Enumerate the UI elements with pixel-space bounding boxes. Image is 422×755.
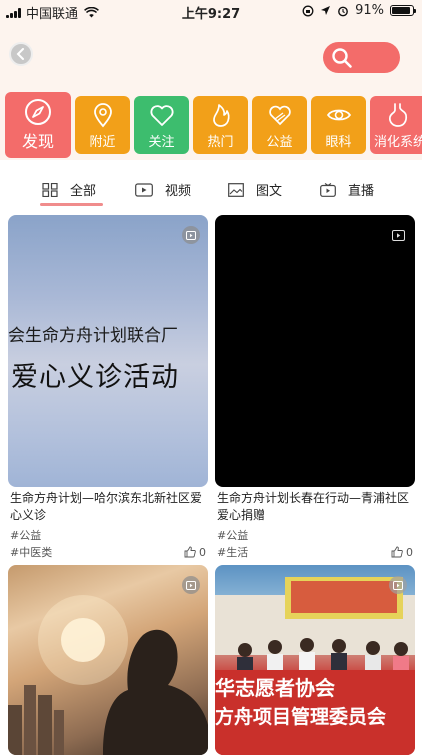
post-tag[interactable]: #生活 xyxy=(217,544,248,560)
grid-icon xyxy=(42,182,58,197)
category-bar: 发现 附近 关注 热门 公益 眼科 消化系统 xyxy=(0,90,422,160)
tab-selected-underline xyxy=(40,203,103,206)
post-thumbnail[interactable]: 华志愿者协会 方舟项目管理委员会 xyxy=(215,565,415,755)
heart-icon xyxy=(149,104,174,126)
category-discover[interactable]: 发现 xyxy=(5,92,71,158)
tab-label: 视频 xyxy=(165,184,192,199)
post-card[interactable] xyxy=(8,565,208,755)
filter-tabs: 全部 视频 图文 直播 xyxy=(0,168,422,212)
search-button[interactable] xyxy=(323,42,400,73)
tab-image-text[interactable]: 图文 xyxy=(228,180,282,199)
tab-label: 图文 xyxy=(256,184,283,199)
post-title[interactable]: 生命方舟计划长春在行动—青浦社区爱心捐赠 xyxy=(215,490,415,524)
video-badge-icon xyxy=(182,576,200,594)
thumbs-up-icon xyxy=(184,546,196,558)
tab-label: 直播 xyxy=(348,184,375,199)
flame-icon xyxy=(212,103,230,127)
category-nearby[interactable]: 附近 xyxy=(75,96,130,154)
post-tag[interactable]: #公益 xyxy=(215,527,415,543)
like-count: 0 xyxy=(199,545,206,559)
thumbs-up-icon xyxy=(391,546,403,558)
thumbnail-overlay-title: 爱心义诊活动 xyxy=(11,362,179,393)
battery-icon xyxy=(390,5,416,16)
lock-rotation-icon xyxy=(302,5,314,16)
category-follow[interactable]: 关注 xyxy=(134,96,189,154)
eye-icon xyxy=(326,109,351,120)
like-button[interactable]: 0 xyxy=(391,546,413,559)
back-button[interactable] xyxy=(9,42,33,66)
live-tv-icon xyxy=(320,182,336,197)
video-icon xyxy=(135,182,153,197)
video-badge-icon xyxy=(389,576,407,594)
compass-icon xyxy=(25,99,51,125)
tab-all[interactable]: 全部 xyxy=(42,180,96,199)
post-tag[interactable]: #公益 xyxy=(8,527,208,543)
category-label: 消化系统 xyxy=(374,134,422,150)
post-card[interactable]: 会生命方舟计划联合厂 爱心义诊活动 生命方舟计划—哈尔滨东北新社区爱心义诊 #公… xyxy=(8,215,208,560)
video-badge-icon xyxy=(389,226,407,244)
location-arrow-icon xyxy=(321,6,331,15)
category-ophthalmology[interactable]: 眼科 xyxy=(311,96,366,154)
category-hot[interactable]: 热门 xyxy=(193,96,248,154)
category-label: 发现 xyxy=(21,132,54,151)
image-text-icon xyxy=(228,182,244,197)
status-right: 91% xyxy=(302,3,416,18)
category-label: 公益 xyxy=(266,134,293,150)
post-thumbnail[interactable] xyxy=(215,215,415,487)
battery-percent: 91% xyxy=(355,3,384,18)
category-label: 眼科 xyxy=(325,134,352,150)
tab-video[interactable]: 视频 xyxy=(135,180,191,199)
tab-label: 全部 xyxy=(70,184,97,199)
like-count: 0 xyxy=(406,545,413,559)
banner-text: 方舟项目管理委员会 xyxy=(215,705,386,728)
category-charity[interactable]: 公益 xyxy=(252,96,307,154)
post-title[interactable]: 生命方舟计划—哈尔滨东北新社区爱心义诊 xyxy=(8,490,208,524)
status-bar: 中国联通 上午9:27 91% xyxy=(0,0,422,22)
tab-live[interactable]: 直播 xyxy=(320,180,374,199)
chevron-left-icon xyxy=(16,48,24,60)
category-digestive[interactable]: 消化系统 xyxy=(370,96,422,154)
post-card[interactable]: 生命方舟计划长春在行动—青浦社区爱心捐赠 #公益 #生活 0 xyxy=(215,215,415,560)
alarm-icon xyxy=(338,6,348,16)
post-thumbnail[interactable] xyxy=(8,565,208,755)
post-card[interactable]: 华志愿者协会 方舟项目管理委员会 xyxy=(215,565,415,755)
thumbnail-overlay-text: 会生命方舟计划联合厂 xyxy=(8,326,178,346)
video-badge-icon xyxy=(182,226,200,244)
charity-heart-icon xyxy=(268,105,291,125)
top-bar xyxy=(0,22,422,90)
search-icon xyxy=(332,47,352,68)
post-thumbnail[interactable]: 会生命方舟计划联合厂 爱心义诊活动 xyxy=(8,215,208,487)
like-button[interactable]: 0 xyxy=(184,546,206,559)
post-tag[interactable]: #中医类 xyxy=(10,544,52,560)
stomach-icon xyxy=(389,102,408,127)
category-label: 附近 xyxy=(89,134,116,150)
sunset-photo xyxy=(8,595,208,755)
location-pin-icon xyxy=(93,102,112,127)
category-label: 热门 xyxy=(207,134,234,150)
banner-text: 华志愿者协会 xyxy=(215,676,335,700)
volunteer-group-photo: 华志愿者协会 方舟项目管理委员会 xyxy=(215,577,415,755)
category-label: 关注 xyxy=(148,134,175,150)
